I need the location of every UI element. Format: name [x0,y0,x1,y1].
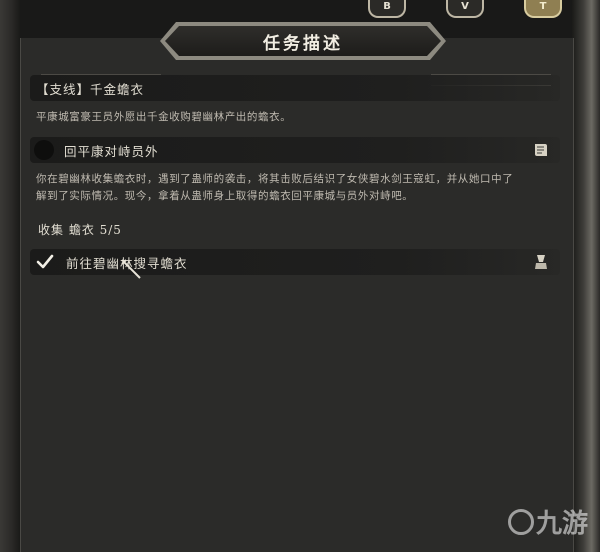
cursor-sword-icon [121,259,141,279]
panel-title: 任务描述 [165,26,441,56]
current-step-bar[interactable]: 回平康对峙员外 [30,137,560,163]
current-step-label: 回平康对峙员外 [64,143,159,159]
collect-progress: 收集 蟾衣 5/5 [38,223,122,237]
hex-b-icon[interactable]: B [368,0,406,18]
jiuyou-logo-icon [507,508,534,535]
step-description-line1: 你在碧幽林收集蟾衣时，遇到了蛊师的袭击，将其击败后结识了女侠碧水剑王寇虹，并从她… [36,173,514,185]
step-bullet-icon [34,140,54,160]
watermark-text: 九游 [535,509,588,539]
watermark: 九游 [507,503,588,540]
checkmark-icon [36,254,54,269]
completed-step-bar[interactable]: 前往碧幽林搜寻蟾衣 [30,249,560,275]
quest-name-bar[interactable]: 【支线】千金蟾衣 [30,75,560,101]
right-frame [572,0,600,552]
hex-t-icon[interactable]: T [524,0,562,18]
scroll-bell-icon[interactable] [532,253,550,271]
step-description-line2: 解到了实际情况。现今，拿着从蛊师身上取得的蟾衣回平康城与员外对峙吧。 [36,190,414,202]
scroll-icon[interactable] [532,141,550,159]
quest-name: 【支线】千金蟾衣 [36,81,145,97]
hex-v-icon[interactable]: V [446,0,484,18]
left-frame [0,0,20,552]
quest-summary: 平康城富豪王员外愿出千金收购碧幽林产出的蟾衣。 [36,111,292,123]
